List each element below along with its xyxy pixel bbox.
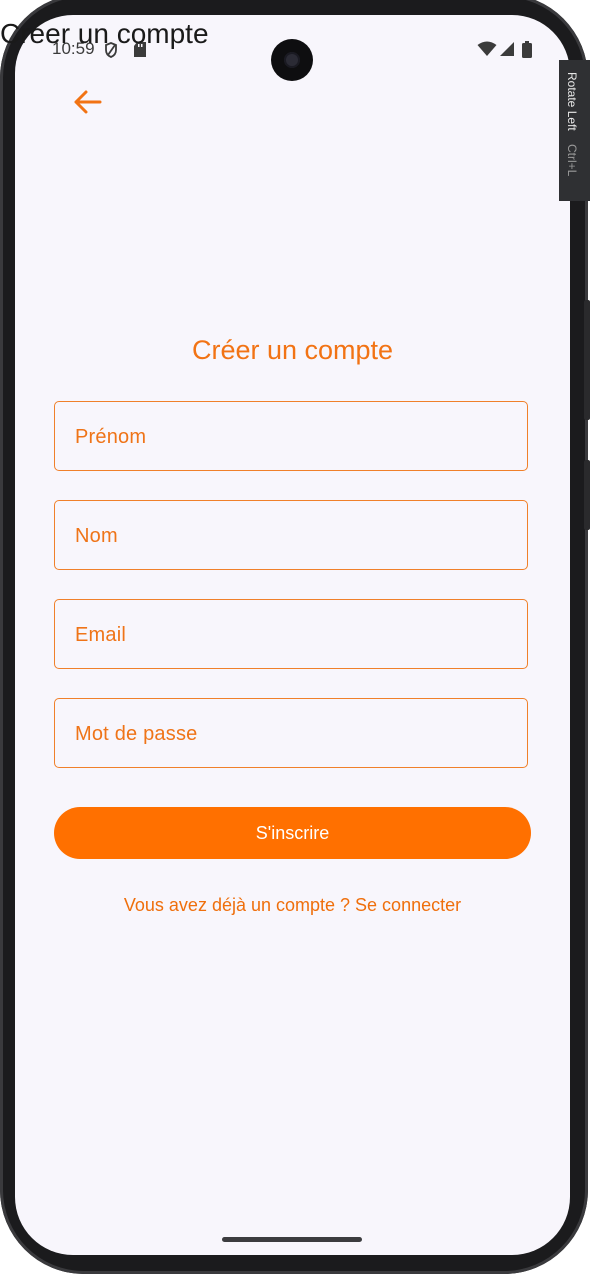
password-field[interactable]: Mot de passe (54, 698, 528, 768)
email-placeholder: Email (75, 624, 127, 646)
rotate-left-label: Rotate Left Ctrl+L (565, 72, 579, 176)
wifi-icon (477, 41, 497, 62)
signal-icon (499, 41, 515, 62)
rotate-left-shortcut: Ctrl+L (565, 144, 579, 177)
last-name-placeholder: Nom (75, 525, 118, 547)
password-placeholder: Mot de passe (75, 723, 198, 745)
app-screen: 10:59 Créer un compte Prénom Nom Email M… (15, 15, 570, 1255)
arrow-left-icon (74, 90, 102, 114)
page-title: Créer un compte (191, 335, 394, 365)
rotate-left-text: Rotate Left (565, 72, 579, 131)
power-button (584, 460, 590, 530)
front-camera (271, 39, 313, 81)
email-field[interactable]: Email (54, 599, 528, 669)
device-frame: 10:59 Créer un compte Prénom Nom Email M… (0, 0, 590, 1278)
last-name-field[interactable]: Nom (54, 500, 528, 570)
signup-button[interactable]: S'inscrire (54, 807, 531, 859)
home-indicator[interactable] (222, 1237, 362, 1242)
back-button[interactable] (70, 85, 110, 119)
first-name-placeholder: Prénom (75, 426, 147, 448)
first-name-field[interactable]: Prénom (54, 401, 528, 471)
battery-icon (522, 41, 532, 63)
login-link[interactable]: Vous avez déjà un compte ? Se connecter (15, 895, 570, 916)
rotate-left-panel[interactable]: Rotate Left Ctrl+L (559, 60, 590, 201)
window-title: Créer un compte (0, 18, 209, 49)
volume-button (584, 300, 590, 420)
